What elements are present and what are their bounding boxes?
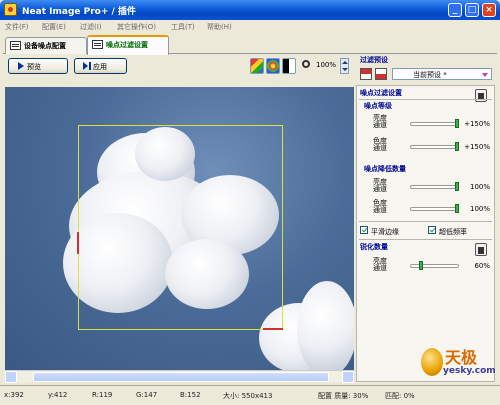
watermark-site: yesky.com	[443, 366, 496, 376]
image-viewport[interactable]	[5, 87, 354, 370]
luma-label: 亮度 通道	[373, 178, 387, 193]
maximize-button[interactable]: □	[465, 3, 479, 17]
noise-level-luma-slider[interactable]	[410, 122, 459, 126]
filter-preset-title: 过滤预设	[360, 56, 388, 64]
sharpen-luma-slider[interactable]	[410, 264, 459, 268]
sharpen-title: 锐化数量	[360, 243, 388, 251]
menu-help[interactable]: 帮助(H)	[207, 22, 232, 32]
tab-device-noise-profile[interactable]: 设备噪点配置	[5, 37, 87, 54]
smooth-edges-checkbox[interactable]	[360, 226, 368, 234]
scroll-thumb[interactable]	[33, 372, 329, 382]
toolbar: 预览 应用 100%	[5, 56, 354, 76]
reset-filter-icon[interactable]	[475, 89, 487, 102]
preview-label: 预览	[27, 63, 41, 71]
tab-label: 设备噪点配置	[24, 42, 66, 50]
status-profile-quality: 配置 质量: 30%	[318, 392, 369, 400]
save-preset-icon[interactable]	[375, 68, 387, 80]
sharpen-luma-knob[interactable]	[419, 261, 423, 270]
apply-button[interactable]: 应用	[74, 58, 127, 74]
minimize-button[interactable]: _	[448, 3, 462, 17]
yesky-logo	[421, 348, 443, 376]
settings-panel: 过滤预设 当前预设 * 噪点过滤设置 噪点等级 亮度 通道 +150% 色度 通道 …	[356, 52, 495, 382]
scroll-right-button[interactable]	[342, 371, 354, 383]
selection-marker	[263, 328, 283, 330]
menu-profile[interactable]: 配置(E)	[42, 22, 66, 32]
contrast-icon[interactable]	[282, 58, 296, 74]
noise-reduction-luma-slider[interactable]	[410, 185, 459, 189]
status-b: B:152	[180, 391, 201, 399]
window-title: Neat Image Pro+ / 插件	[22, 7, 136, 17]
chroma-label: 色度 通道	[373, 137, 387, 152]
rgb-wheel-icon[interactable]	[266, 58, 280, 74]
noise-reduction-chroma-value: 100%	[469, 205, 490, 213]
app-icon	[4, 3, 17, 16]
play-icon	[18, 62, 24, 70]
noise-level-chroma-value: +150%	[464, 143, 490, 151]
tab-noise-filter-settings[interactable]: 噪点过滤设置	[87, 35, 169, 55]
divider	[359, 221, 492, 222]
noise-level-chroma-knob[interactable]	[455, 142, 459, 151]
load-preset-icon[interactable]	[360, 68, 372, 80]
zoom-icon	[302, 60, 310, 68]
status-bar: x:392 y:412 R:119 G:147 B:152 大小: 550x41…	[0, 385, 500, 405]
zoom-value: 100%	[316, 61, 337, 69]
luma-label: 亮度 通道	[373, 114, 387, 129]
preset-value: 当前预设 *	[413, 71, 447, 79]
noise-level-chroma-slider[interactable]	[410, 145, 459, 149]
reset-sharpen-icon[interactable]	[475, 243, 487, 256]
sharpen-luma-value: 60%	[474, 262, 490, 270]
selection-rectangle[interactable]	[78, 125, 283, 330]
divider	[359, 239, 492, 240]
preview-button[interactable]: 预览	[8, 58, 68, 74]
apply-label: 应用	[93, 63, 107, 71]
profile-icon	[10, 41, 21, 50]
horizontal-scrollbar[interactable]	[5, 370, 354, 383]
luma-label: 亮度 通道	[373, 257, 387, 272]
ultra-low-freq-checkbox[interactable]	[428, 226, 436, 234]
menu-bar: 文件(F) 配置(E) 过滤(I) 其它操作(O) 工具(T) 帮助(H)	[0, 20, 500, 34]
noise-reduction-chroma-knob[interactable]	[455, 204, 459, 213]
status-r: R:119	[92, 391, 113, 399]
cloud-puff	[297, 281, 354, 370]
noise-level-luma-knob[interactable]	[455, 119, 459, 128]
status-match: 匹配: 0%	[385, 392, 415, 400]
ultra-low-freq-label: 超低频率	[439, 228, 467, 236]
status-y: y:412	[48, 391, 68, 399]
color-channels-icon[interactable]	[250, 58, 264, 74]
close-button[interactable]: ×	[482, 3, 496, 17]
zoom-spinner[interactable]	[340, 58, 349, 74]
menu-tools[interactable]: 工具(T)	[171, 22, 195, 32]
selection-marker	[77, 232, 79, 254]
noise-level-luma-value: +150%	[464, 120, 490, 128]
smooth-edges-label: 平滑边缘	[371, 228, 399, 236]
noise-filter-title: 噪点过滤设置	[360, 89, 402, 97]
menu-filter[interactable]: 过滤(I)	[80, 22, 102, 32]
chroma-label: 色度 通道	[373, 199, 387, 214]
status-g: G:147	[136, 391, 158, 399]
menu-other[interactable]: 其它操作(O)	[117, 22, 156, 32]
preset-dropdown[interactable]: 当前预设 *	[392, 68, 492, 80]
title-bar: Neat Image Pro+ / 插件 _ □ ×	[0, 0, 500, 20]
noise-reduction-luma-value: 100%	[469, 183, 490, 191]
divider	[359, 99, 492, 100]
status-size: 大小: 550x413	[223, 392, 273, 400]
scroll-left-button[interactable]	[5, 371, 17, 383]
tab-label: 噪点过滤设置	[106, 41, 148, 49]
menu-file[interactable]: 文件(F)	[5, 22, 29, 32]
noise-reduction-luma-knob[interactable]	[455, 182, 459, 191]
watermark-brand: 天极	[445, 348, 478, 367]
apply-icon	[83, 62, 91, 70]
filter-settings-icon	[92, 40, 103, 49]
yesky-watermark: 天极 yesky.com	[419, 340, 500, 385]
noise-reduction-title: 噪点降低数量	[364, 165, 406, 173]
status-x: x:392	[4, 391, 24, 399]
noise-level-title: 噪点等级	[364, 102, 392, 110]
noise-reduction-chroma-slider[interactable]	[410, 207, 459, 211]
